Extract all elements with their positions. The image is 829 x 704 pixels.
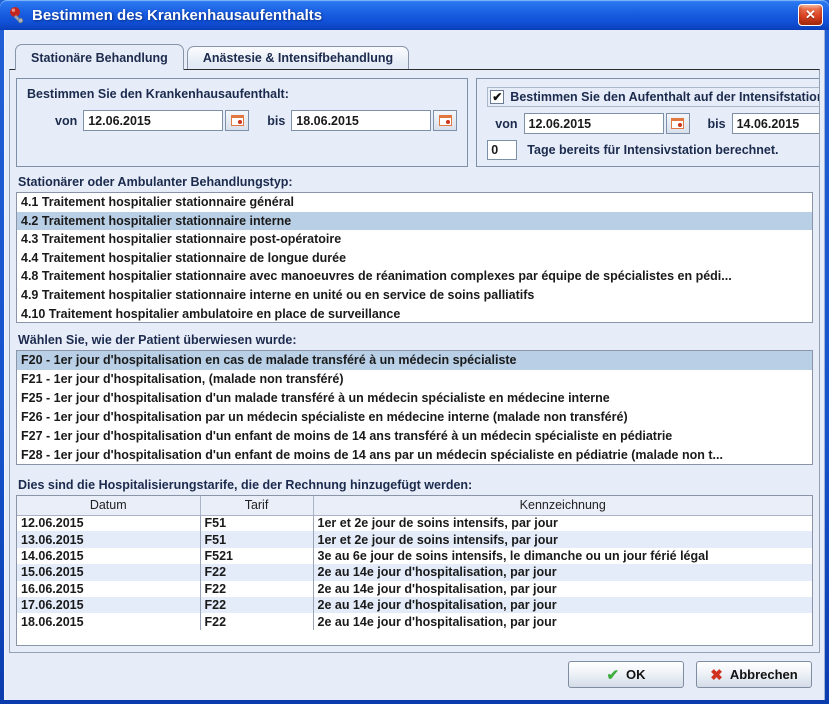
table-cell: 14.06.2015	[17, 548, 200, 564]
list-item[interactable]: 4.3 Traitement hospitalier stationnaire …	[17, 230, 812, 249]
table-cell: F521	[200, 548, 313, 564]
table-row[interactable]: 16.06.2015F222e au 14e jour d'hospitalis…	[17, 581, 812, 597]
column-header-datum[interactable]: Datum	[17, 496, 200, 515]
list-item[interactable]: F21 - 1er jour d'hospitalisation, (malad…	[17, 370, 812, 389]
referral-list: F20 - 1er jour d'hospitalisation en cas …	[16, 350, 813, 465]
table-cell: 16.06.2015	[17, 581, 200, 597]
icu-bis-label: bis	[708, 117, 726, 131]
table-cell: 17.06.2015	[17, 597, 200, 613]
tab-panel: Bestimmen Sie den Krankenhausaufenthalt:…	[9, 69, 820, 653]
list-item[interactable]: 4.1 Traitement hospitalier stationnaire …	[17, 193, 812, 212]
icu-checkbox-label: Bestimmen Sie den Aufenthalt auf der Int…	[510, 90, 820, 104]
date-groups: Bestimmen Sie den Krankenhausaufenthalt:…	[16, 78, 813, 167]
ok-button[interactable]: ✔ OK	[568, 661, 684, 688]
icu-stay-group: ✔ Bestimmen Sie den Aufenthalt auf der I…	[476, 78, 820, 167]
table-row[interactable]: 15.06.2015F222e au 14e jour d'hospitalis…	[17, 564, 812, 580]
table-cell: F22	[200, 613, 313, 629]
dialog-window: Bestimmen des Krankenhausaufenthalts ✕ S…	[0, 0, 829, 704]
icu-checkbox[interactable]: ✔	[490, 90, 504, 104]
icu-days-label: Tage bereits für Intensivstation berechn…	[527, 143, 778, 157]
column-header-tarif[interactable]: Tarif	[200, 496, 313, 515]
window-title: Bestimmen des Krankenhausaufenthalts	[32, 7, 798, 24]
list-item[interactable]: F25 - 1er jour d'hospitalisation d'un ma…	[17, 389, 812, 408]
cancel-button[interactable]: ✖ Abbrechen	[696, 661, 812, 688]
cancel-button-label: Abbrechen	[730, 667, 798, 682]
icu-von-input[interactable]	[524, 113, 664, 134]
table-cell: F22	[200, 597, 313, 613]
list-item[interactable]: 4.4 Traitement hospitalier stationnaire …	[17, 249, 812, 268]
treatment-type-label: Stationärer oder Ambulanter Behandlungst…	[18, 175, 811, 189]
table-cell: 2e au 14e jour d'hospitalisation, par jo…	[313, 564, 812, 580]
table-cell: 3e au 6e jour de soins intensifs, le dim…	[313, 548, 812, 564]
table-cell: 12.06.2015	[17, 515, 200, 531]
list-item[interactable]: 4.9 Traitement hospitalier stationnaire …	[17, 286, 812, 305]
table-cell: 2e au 14e jour d'hospitalisation, par jo…	[313, 613, 812, 629]
table-cell: F51	[200, 515, 313, 531]
cancel-x-icon: ✖	[710, 666, 723, 684]
table-cell: 2e au 14e jour d'hospitalisation, par jo…	[313, 581, 812, 597]
icu-bis-input[interactable]	[732, 113, 820, 134]
hospital-bis-label: bis	[267, 114, 285, 128]
hospital-von-label: von	[55, 114, 77, 128]
hospital-stay-title: Bestimmen Sie den Krankenhausaufenthalt:	[27, 87, 457, 101]
table-row[interactable]: 12.06.2015F511er et 2e jour de soins int…	[17, 515, 812, 531]
tab-bar: Stationäre Behandlung Anästesie & Intens…	[9, 30, 820, 69]
table-cell: 1er et 2e jour de soins intensifs, par j…	[313, 531, 812, 547]
tariffs-table: Datum Tarif Kennzeichnung 12.06.2015F511…	[17, 496, 812, 630]
hospital-bis-input[interactable]	[291, 110, 431, 131]
table-cell: 15.06.2015	[17, 564, 200, 580]
hospital-bis-calendar-button[interactable]	[433, 110, 457, 131]
ok-button-label: OK	[626, 667, 646, 682]
table-cell: 1er et 2e jour de soins intensifs, par j…	[313, 515, 812, 531]
list-item[interactable]: F27 - 1er jour d'hospitalisation d'un en…	[17, 427, 812, 446]
hospital-stay-group: Bestimmen Sie den Krankenhausaufenthalt:…	[16, 78, 468, 167]
table-cell: 13.06.2015	[17, 531, 200, 547]
calendar-icon	[671, 118, 684, 129]
referral-label: Wählen Sie, wie der Patient überwiesen w…	[18, 333, 811, 347]
list-item[interactable]: 4.10 Traitement hospitalier ambulatoire …	[17, 305, 812, 323]
hospital-von-input[interactable]	[83, 110, 223, 131]
hospital-von-calendar-button[interactable]	[225, 110, 249, 131]
list-item[interactable]: 4.2 Traitement hospitalier stationnaire …	[17, 212, 812, 231]
calendar-icon	[439, 115, 452, 126]
tab-stationaere-behandlung[interactable]: Stationäre Behandlung	[15, 44, 184, 70]
list-item[interactable]: F26 - 1er jour d'hospitalisation par un …	[17, 408, 812, 427]
icu-von-label: von	[495, 117, 517, 131]
icu-von-calendar-button[interactable]	[666, 113, 690, 134]
column-header-kennzeichnung[interactable]: Kennzeichnung	[313, 496, 812, 515]
close-button[interactable]: ✕	[798, 4, 823, 26]
icu-checkbox-wrap: ✔ Bestimmen Sie den Aufenthalt auf der I…	[487, 87, 820, 107]
dialog-body: Stationäre Behandlung Anästesie & Intens…	[4, 30, 825, 700]
table-row[interactable]: 17.06.2015F222e au 14e jour d'hospitalis…	[17, 597, 812, 613]
ok-check-icon: ✔	[606, 666, 619, 684]
list-item[interactable]: F20 - 1er jour d'hospitalisation en cas …	[17, 351, 812, 370]
table-row[interactable]: 18.06.2015F222e au 14e jour d'hospitalis…	[17, 613, 812, 629]
icu-days-input[interactable]	[487, 140, 517, 160]
app-icon	[8, 6, 26, 24]
table-cell: 2e au 14e jour d'hospitalisation, par jo…	[313, 597, 812, 613]
table-cell: F22	[200, 581, 313, 597]
table-cell: F51	[200, 531, 313, 547]
tariffs-label: Dies sind die Hospitalisierungstarife, d…	[18, 478, 811, 492]
tariffs-table-body: 12.06.2015F511er et 2e jour de soins int…	[17, 515, 812, 630]
table-row[interactable]: 14.06.2015F5213e au 6e jour de soins int…	[17, 548, 812, 564]
footer: ✔ OK ✖ Abbrechen	[9, 653, 820, 700]
title-bar[interactable]: Bestimmen des Krankenhausaufenthalts ✕	[0, 0, 829, 30]
table-row[interactable]: 13.06.2015F511er et 2e jour de soins int…	[17, 531, 812, 547]
calendar-icon	[231, 115, 244, 126]
treatment-type-list: 4.1 Traitement hospitalier stationnaire …	[16, 192, 813, 323]
table-cell: 18.06.2015	[17, 613, 200, 629]
tab-anaestesie-intensifbehandlung[interactable]: Anästesie & Intensifbehandlung	[187, 46, 409, 69]
list-item[interactable]: F28 - 1er jour d'hospitalisation d'un en…	[17, 446, 812, 465]
table-cell: F22	[200, 564, 313, 580]
list-item[interactable]: 4.8 Traitement hospitalier stationnaire …	[17, 267, 812, 286]
tariffs-table-wrap: Datum Tarif Kennzeichnung 12.06.2015F511…	[16, 495, 813, 646]
